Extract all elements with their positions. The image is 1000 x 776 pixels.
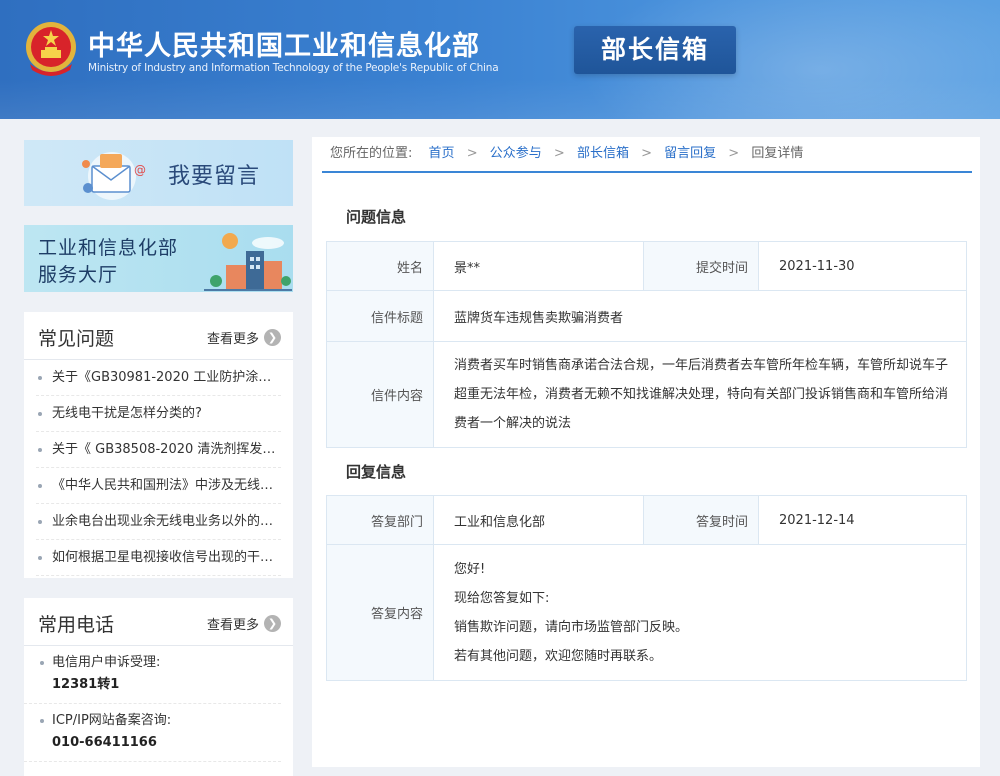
faq-box: 常见问题 查看更多 ❯ 关于《GB30981-2020 工业防护涂料中有害物质限… — [24, 312, 293, 578]
phone-number: 010-66411166 — [52, 735, 157, 750]
site-header: 中华人民共和国工业和信息化部 Ministry of Industry and … — [0, 0, 1000, 119]
reply-table: 答复部门 工业和信息化部 答复时间 2021-12-14 答复内容 您好! 现给… — [326, 495, 967, 681]
question-table: 姓名 景** 提交时间 2021-11-30 信件标题 蓝牌货车违规售卖欺骗消费… — [326, 241, 967, 448]
faq-box-header: 常见问题 查看更多 ❯ — [24, 312, 293, 360]
table-row: 答复内容 您好! 现给您答复如下: 销售欺诈问题，请向市场监管部门反映。 若有其… — [326, 544, 967, 681]
reply-content-label: 答复内容 — [326, 544, 434, 681]
reply-line: 若有其他问题，欢迎您随时再联系。 — [454, 648, 663, 664]
phones-box-header: 常用电话 查看更多 ❯ — [24, 598, 293, 646]
dept-label: 答复部门 — [326, 495, 434, 545]
breadcrumb-separator: > — [641, 146, 652, 161]
table-row: 答复部门 工业和信息化部 答复时间 2021-12-14 — [326, 495, 967, 545]
breadcrumb-link-home[interactable]: 首页 — [429, 146, 455, 161]
breadcrumb-prefix: 您所在的位置: — [330, 146, 413, 161]
faq-more-label: 查看更多 — [206, 332, 259, 347]
table-row: 姓名 景** 提交时间 2021-11-30 — [326, 241, 967, 291]
national-emblem-icon[interactable] — [24, 20, 78, 78]
faq-title: 常见问题 — [38, 328, 115, 350]
mail-envelope-icon: @ — [82, 152, 146, 200]
reply-section-title: 回复信息 — [346, 463, 407, 481]
breadcrumb-separator: > — [728, 146, 740, 161]
question-section-title: 问题信息 — [346, 208, 407, 226]
header-wave — [0, 79, 1000, 119]
service-hall-line1: 工业和信息化部 — [38, 237, 179, 259]
table-row: 信件标题 蓝牌货车违规售卖欺骗消费者 — [326, 290, 967, 342]
faq-item[interactable]: 关于《 GB38508-2020 清洗剂挥发性有机化合物含量限值》的有关问题 — [36, 432, 281, 468]
phones-more-link[interactable]: 查看更多 ❯ — [207, 614, 281, 633]
phones-box: 常用电话 查看更多 ❯ 电信用户申诉受理: 12381转1 ICP/IP网站备案… — [24, 598, 293, 776]
breadcrumb-current: 回复详情 — [751, 146, 804, 161]
faq-list: 关于《GB30981-2020 工业防护涂料中有害物质限量》的有关问题 无线电干… — [24, 360, 293, 576]
phone-number: 12381转1 — [52, 677, 120, 692]
subject-value: 蓝牌货车违规售卖欺骗消费者 — [433, 290, 967, 342]
faq-item[interactable]: 如何根据卫星电视接收信号出现的干扰现象判断干扰源 — [36, 540, 281, 576]
faq-item[interactable]: 关于《GB30981-2020 工业防护涂料中有害物质限量》的有关问题 — [36, 360, 281, 396]
faq-item[interactable]: 《中华人民共和国刑法》中涉及无线电的有关规定 — [36, 468, 281, 504]
submit-time-value: 2021-11-30 — [758, 241, 967, 291]
phone-item: ICP/IP网站备案咨询: 010-66411166 — [24, 704, 281, 762]
submit-time-label: 提交时间 — [643, 241, 759, 291]
faq-item[interactable]: 业余电台出现业余无线电业务以外的通信怎么办 — [36, 504, 281, 540]
ministry-name-cn[interactable]: 中华人民共和国工业和信息化部 — [88, 24, 480, 63]
city-buildings-icon — [204, 233, 292, 291]
chevron-right-icon: ❯ — [264, 329, 281, 346]
ministry-name-en: Ministry of Industry and Information Tec… — [88, 62, 499, 74]
reply-line: 现给您答复如下: — [454, 590, 550, 606]
phone-item: 电信用户申诉受理: 12381转1 — [24, 646, 281, 704]
reply-time-label: 答复时间 — [643, 495, 759, 545]
breadcrumb-link-replies[interactable]: 留言回复 — [664, 146, 716, 161]
reply-line: 销售欺诈问题，请向市场监管部门反映。 — [454, 619, 689, 635]
content-label: 信件内容 — [326, 341, 434, 448]
faq-more-link[interactable]: 查看更多 ❯ — [207, 328, 281, 347]
leave-message-banner[interactable]: @ 我要留言 — [24, 140, 293, 206]
leave-message-label: 我要留言 — [168, 164, 261, 189]
reply-content: 您好! 现给您答复如下: 销售欺诈问题，请向市场监管部门反映。 若有其他问题，欢… — [433, 544, 967, 681]
minister-mailbox-badge[interactable]: 部长信箱 — [574, 26, 736, 74]
svg-text:@: @ — [134, 163, 146, 177]
phones-more-label: 查看更多 — [206, 618, 259, 633]
chevron-right-icon: ❯ — [264, 615, 281, 632]
reply-line: 您好! — [454, 561, 486, 577]
faq-item[interactable]: 无线电干扰是怎样分类的? — [36, 396, 281, 432]
name-value: 景** — [433, 241, 644, 291]
breadcrumb-link-public[interactable]: 公众参与 — [490, 146, 542, 161]
phones-title: 常用电话 — [38, 614, 115, 636]
name-label: 姓名 — [326, 241, 434, 291]
service-hall-line2: 服务大厅 — [38, 264, 119, 286]
table-row: 信件内容 消费者买车时销售商承诺合法合规，一年后消费者去车管所年检车辆，车管所却… — [326, 341, 967, 448]
service-hall-banner[interactable]: 工业和信息化部 服务大厅 — [24, 225, 293, 292]
breadcrumb-separator: > — [466, 146, 478, 161]
reply-time-value: 2021-12-14 — [758, 495, 967, 545]
subject-label: 信件标题 — [326, 290, 434, 342]
dept-value: 工业和信息化部 — [433, 495, 644, 545]
content-value: 消费者买车时销售商承诺合法合规，一年后消费者去车管所年检车辆，车管所却说车子超重… — [433, 341, 967, 448]
breadcrumb-separator: > — [553, 146, 565, 161]
breadcrumb-link-mailbox[interactable]: 部长信箱 — [577, 146, 629, 161]
phone-label: 电信用户申诉受理: — [52, 655, 161, 670]
breadcrumb: 您所在的位置: 首页 > 公众参与 > 部长信箱 > 留言回复 > 回复详情 — [322, 137, 972, 173]
main-panel: 您所在的位置: 首页 > 公众参与 > 部长信箱 > 留言回复 > 回复详情 问… — [312, 137, 980, 767]
phone-label: ICP/IP网站备案咨询: — [52, 713, 172, 728]
